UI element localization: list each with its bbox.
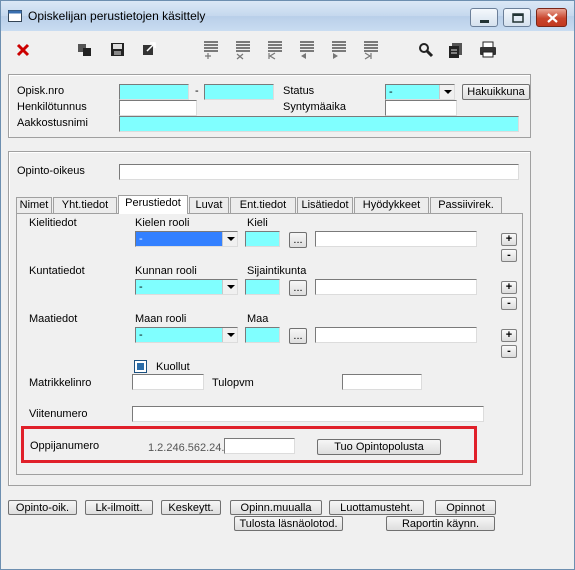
maan-rooli-label: Maan rooli [135,313,187,325]
chevron-down-icon[interactable] [439,85,454,99]
print-icon[interactable] [477,37,499,61]
opinn-muualla-button[interactable]: Opinn.muualla [230,500,322,515]
opisk-nro-dash: - [195,85,199,97]
henkilotunnus-field[interactable] [119,100,197,116]
kieli-lookup-button[interactable]: ... [289,232,307,248]
keskeytt-button[interactable]: Keskeytt. [161,500,221,515]
clipboard-icon[interactable] [445,37,467,61]
tab-luvat[interactable]: Luvat [189,197,229,214]
opinto-oikeus-label: Opinto-oikeus [17,165,85,177]
opisk-nro-label: Opisk.nro [17,85,65,97]
syntymaaika-label: Syntymäaika [283,101,346,113]
delete-row-icon[interactable] [233,37,255,61]
maa-field[interactable] [245,327,280,343]
status-dropdown[interactable]: - [385,84,455,100]
insert-row-icon[interactable] [201,37,223,61]
kielen-rooli-label: Kielen rooli [135,217,190,229]
student-header-group: Opisk.nro - Status - Hakuikkuna Henkilöt… [8,74,531,138]
copy-icon[interactable] [75,37,97,61]
viitenumero-label: Viitenumero [29,408,88,420]
kunnan-rooli-dropdown[interactable]: - [135,279,238,295]
kunta-add-button[interactable]: + [501,281,517,294]
kuntatiedot-label: Kuntatiedot [29,265,85,277]
kieli-label: Kieli [247,217,268,229]
tab-hyodykkeet[interactable]: Hyödykkeet [354,197,429,214]
maa-remove-button[interactable]: - [501,345,517,358]
opisk-nro-suffix-field[interactable] [204,84,274,100]
kuollut-checkbox[interactable] [134,360,147,373]
sijaintikunta-label: Sijaintikunta [247,265,307,277]
kieli-field[interactable] [245,231,280,247]
henkilotunnus-label: Henkilötunnus [17,101,87,113]
kuollut-label: Kuollut [156,361,190,373]
kunta-remove-button[interactable]: - [501,297,517,310]
search-icon[interactable] [415,37,437,61]
status-label: Status [283,85,315,97]
aakkostusnimi-field[interactable] [119,116,519,132]
tulopvm-label: Tulopvm [212,377,254,389]
tab-perustiedot[interactable]: Perustiedot [118,195,188,214]
maa-name-field[interactable] [315,327,477,343]
matrikkelinro-label: Matrikkelinro [29,377,92,389]
kunnan-rooli-label: Kunnan rooli [135,265,197,277]
kielen-rooli-dropdown[interactable]: - [135,231,238,247]
hakuikkuna-button[interactable]: Hakuikkuna [462,84,530,100]
minimize-button[interactable] [470,8,498,27]
maa-label: Maa [247,313,269,325]
tulopvm-field[interactable] [342,374,422,390]
kieli-name-field[interactable] [315,231,477,247]
status-dropdown-value: - [389,86,393,98]
tab-yht-tiedot[interactable]: Yht.tiedot [53,197,117,214]
chevron-down-icon[interactable] [222,280,237,294]
kielitiedot-label: Kielitiedot [29,217,77,229]
window-title: Opiskelijan perustietojen käsittely [28,9,206,23]
opisk-nro-field[interactable] [119,84,189,100]
matrikkelinro-field[interactable] [132,374,204,390]
first-record-icon[interactable] [265,37,287,61]
kielen-rooli-value: - [139,233,143,245]
aakkostusnimi-label: Aakkostusnimi [17,117,88,129]
maatiedot-label: Maatiedot [29,313,78,325]
syntymaaika-field[interactable] [385,100,457,116]
close-red-icon[interactable] [13,37,35,61]
kieli-remove-button[interactable]: - [501,249,517,262]
maa-lookup-button[interactable]: ... [289,328,307,344]
sijaintikunta-name-field[interactable] [315,279,477,295]
maa-add-button[interactable]: + [501,329,517,342]
maan-rooli-dropdown[interactable]: - [135,327,238,343]
kieli-add-button[interactable]: + [501,233,517,246]
raportin-kaynn-button[interactable]: Raportin käynn. [386,516,495,531]
previous-record-icon[interactable] [297,37,319,61]
title-bar: Opiskelijan perustietojen käsittely [1,1,574,31]
oppijanumero-highlight [21,426,477,463]
chevron-down-icon[interactable] [222,232,237,246]
sijaintikunta-field[interactable] [245,279,280,295]
kunnan-rooli-value: - [139,281,143,293]
next-record-icon[interactable] [329,37,351,61]
export-icon[interactable] [139,37,161,61]
maximize-button[interactable] [503,8,531,27]
tab-lisatiedot[interactable]: Lisätiedot [297,197,353,214]
opinto-oik-button[interactable]: Opinto-oik. [8,500,77,515]
window: Opiskelijan perustietojen käsittely Opis… [0,0,575,570]
tab-nimet[interactable]: Nimet [16,197,52,214]
maan-rooli-value: - [139,329,143,341]
toolbar [5,33,571,67]
last-record-icon[interactable] [361,37,383,61]
window-close-button[interactable] [536,8,567,27]
lk-ilmoitt-button[interactable]: Lk-ilmoitt. [85,500,153,515]
viitenumero-field[interactable] [132,406,484,422]
opinnot-button[interactable]: Opinnot [435,500,496,515]
tulosta-lasnaolotod-button[interactable]: Tulosta läsnäolotod. [234,516,343,531]
tab-ent-tiedot[interactable]: Ent.tiedot [230,197,296,214]
luottamusteht-button[interactable]: Luottamusteht. [329,500,424,515]
app-window-icon [8,10,22,22]
sijaintikunta-lookup-button[interactable]: ... [289,280,307,296]
opinto-oikeus-field[interactable] [119,164,519,180]
save-icon[interactable] [107,37,129,61]
chevron-down-icon[interactable] [222,328,237,342]
tab-passiivirek[interactable]: Passiivirek. [430,197,502,214]
